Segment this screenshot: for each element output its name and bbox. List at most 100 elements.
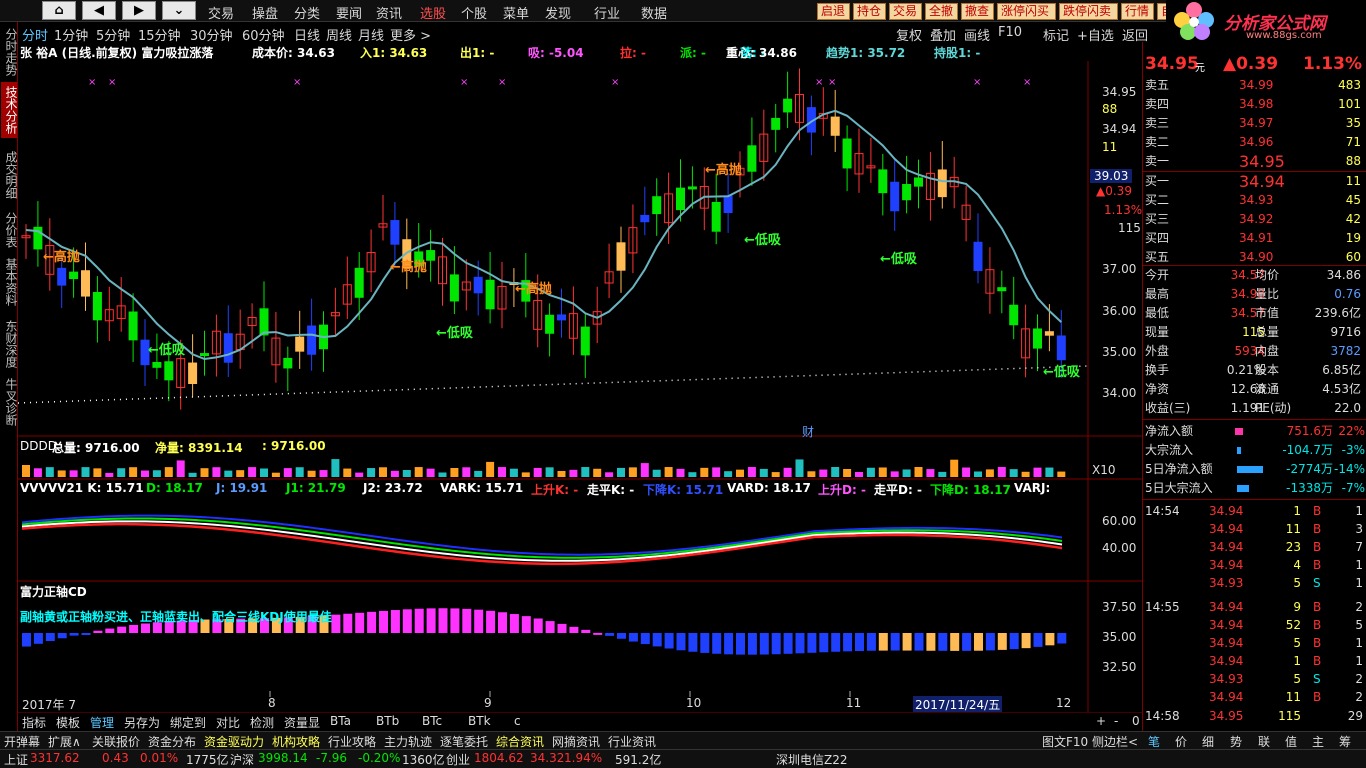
period-5[interactable]: 60分钟 — [242, 25, 285, 44]
menu-2[interactable]: 分类 — [294, 3, 320, 22]
collapse-down-icon[interactable]: ⌄ — [162, 1, 196, 20]
volume-bar — [224, 470, 233, 477]
volume-bar — [569, 469, 578, 477]
left-tab-5[interactable]: 东财深度 — [1, 316, 18, 372]
back-arrow-icon[interactable]: ◀ — [82, 1, 116, 20]
side-tab-7[interactable]: 值 — [1285, 733, 1297, 750]
indicator-tab-4[interactable]: 绑定到 — [170, 714, 206, 731]
indicator-tab-3[interactable]: 另存为 — [124, 714, 160, 731]
tool-button-2[interactable]: 交易 — [889, 3, 922, 20]
tool-button-5[interactable]: 涨停闪买 — [997, 3, 1056, 20]
indicator-tab-0[interactable]: 指标 — [22, 714, 46, 731]
feature-tab-9[interactable]: 综合资讯 — [496, 733, 544, 750]
tool-button-4[interactable]: 撤查 — [961, 3, 994, 20]
menu-1[interactable]: 操盘 — [252, 3, 278, 22]
chart-tool-1[interactable]: 叠加 — [930, 25, 956, 44]
histogram-bar — [593, 632, 603, 635]
tool-button-6[interactable]: 跌停闪卖 — [1059, 3, 1118, 20]
feature-tab-6[interactable]: 行业攻略 — [328, 733, 376, 750]
histogram-bar — [795, 633, 805, 654]
menu-6[interactable]: 个股 — [461, 3, 487, 22]
feature-tab-2[interactable]: 关联报价 — [92, 733, 140, 750]
left-tab-4[interactable]: 基本资料 — [1, 254, 18, 310]
indicator-tab-11[interactable]: BTk — [468, 714, 491, 728]
zoom-button-1[interactable]: - — [1114, 714, 1118, 728]
tool-button-0[interactable]: 启退 — [817, 3, 850, 20]
indicator-tab-1[interactable]: 模板 — [56, 714, 80, 731]
left-tab-6[interactable]: 牛叉诊断 — [1, 374, 18, 430]
chart-tool-2[interactable]: 画线 — [964, 25, 990, 44]
indicator-tab-2[interactable]: 管理 — [90, 714, 114, 731]
histogram-bar — [747, 633, 757, 655]
indicator-tab-10[interactable]: BTc — [422, 714, 442, 728]
left-tab-2[interactable]: 成交明细 — [1, 147, 18, 203]
chart-tool-4[interactable]: 标记 — [1043, 25, 1069, 44]
side-tab-2[interactable]: 笔 — [1148, 733, 1160, 750]
period-3[interactable]: 15分钟 — [138, 25, 181, 44]
period-9[interactable]: 更多 > — [390, 25, 431, 44]
feature-tab-0[interactable]: 开弹幕 — [4, 733, 40, 750]
histogram-bar — [545, 621, 555, 633]
menu-0[interactable]: 交易 — [208, 3, 234, 22]
menu-3[interactable]: 要闻 — [336, 3, 362, 22]
home-icon[interactable]: ⌂ — [42, 1, 76, 20]
stat-row-5: 换手 0.21% 股本 6.85亿 — [1143, 361, 1366, 380]
left-tab-1[interactable]: 技术分析 — [1, 82, 18, 138]
period-6[interactable]: 日线 — [294, 25, 320, 44]
period-2[interactable]: 5分钟 — [96, 25, 130, 44]
histogram-bar — [462, 608, 472, 633]
indicator-tab-7[interactable]: 资量显 — [284, 714, 320, 731]
cell: 52 — [1285, 618, 1301, 632]
candle-body — [997, 287, 1007, 292]
side-tab-4[interactable]: 细 — [1202, 733, 1214, 750]
feature-tab-4[interactable]: 资金驱动力 — [204, 733, 264, 750]
zoom-button-2[interactable]: 0 — [1132, 714, 1140, 728]
period-0[interactable]: 分时 — [22, 25, 48, 44]
indicator-tab-6[interactable]: 检测 — [250, 714, 274, 731]
side-tab-3[interactable]: 价 — [1175, 733, 1187, 750]
candle-body — [711, 201, 721, 232]
chart-tool-0[interactable]: 复权 — [896, 25, 922, 44]
indicator-tab-8[interactable]: BTa — [330, 714, 351, 728]
menu-4[interactable]: 资讯 — [376, 3, 402, 22]
indicator-tab-12[interactable]: c — [514, 714, 521, 728]
side-tab-8[interactable]: 主 — [1312, 733, 1324, 750]
period-7[interactable]: 周线 — [326, 25, 352, 44]
chart-tool-3[interactable]: F10 — [998, 25, 1022, 40]
menu-5[interactable]: 选股 — [420, 3, 446, 22]
menu-8[interactable]: 发现 — [545, 3, 571, 22]
side-tab-1[interactable]: 侧边栏< — [1092, 733, 1138, 750]
menu-10[interactable]: 数据 — [641, 3, 667, 22]
menu-7[interactable]: 菜单 — [503, 3, 529, 22]
feature-tab-1[interactable]: 扩展∧ — [48, 733, 81, 750]
zoom-button-0[interactable]: + — [1096, 714, 1106, 728]
volume-bar — [212, 467, 221, 477]
side-tab-9[interactable]: 筹 — [1339, 733, 1351, 750]
forward-arrow-icon[interactable]: ▶ — [122, 1, 156, 20]
left-tab-3[interactable]: 分价表 — [1, 208, 18, 251]
volume-bar — [712, 467, 721, 477]
feature-tab-7[interactable]: 主力轨迹 — [384, 733, 432, 750]
side-tab-5[interactable]: 势 — [1230, 733, 1242, 750]
tool-button-7[interactable]: 行情 — [1121, 3, 1154, 20]
feature-tab-10[interactable]: 网摘资讯 — [552, 733, 600, 750]
cell: 7 — [1355, 540, 1363, 554]
tool-button-3[interactable]: 全撤 — [925, 3, 958, 20]
period-8[interactable]: 月线 — [358, 25, 384, 44]
feature-tab-11[interactable]: 行业资讯 — [608, 733, 656, 750]
side-tab-6[interactable]: 联 — [1258, 733, 1270, 750]
histogram-bar — [414, 608, 424, 633]
feature-tab-5[interactable]: 机构攻略 — [272, 733, 320, 750]
tool-button-1[interactable]: 持仓 — [853, 3, 886, 20]
indicator-tab-5[interactable]: 对比 — [216, 714, 240, 731]
volume-bar — [866, 467, 875, 477]
indicator-tab-9[interactable]: BTb — [376, 714, 399, 728]
side-tab-0[interactable]: 图文F10 — [1042, 733, 1088, 750]
feature-tab-3[interactable]: 资金分布 — [148, 733, 196, 750]
chart-tool-5[interactable]: +自选 — [1077, 25, 1114, 44]
feature-tab-8[interactable]: 逐笔委托 — [440, 733, 488, 750]
menu-9[interactable]: 行业 — [594, 3, 620, 22]
left-tab-0[interactable]: 分时走势 — [1, 24, 18, 80]
period-1[interactable]: 1分钟 — [54, 25, 88, 44]
period-4[interactable]: 30分钟 — [190, 25, 233, 44]
